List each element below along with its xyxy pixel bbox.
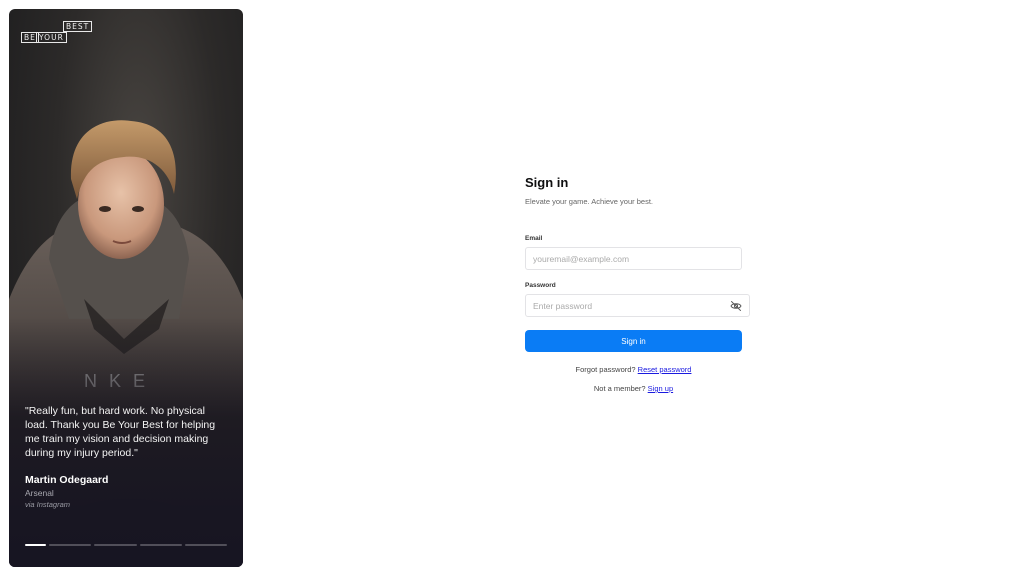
slide-indicator-2[interactable] (49, 544, 92, 546)
slide-indicator-5[interactable] (184, 544, 227, 546)
slide-indicators (25, 544, 227, 546)
sign-in-button[interactable]: Sign in (525, 330, 742, 352)
signin-form: Sign in Elevate your game. Achieve your … (525, 175, 750, 393)
slide-indicator-3[interactable] (94, 544, 137, 546)
email-field[interactable]: youremail@example.com (525, 247, 742, 270)
testimonial-quote: "Really fun, but hard work. No physical … (25, 405, 216, 459)
slide-indicator-1[interactable] (25, 544, 47, 546)
signup-row: Not a member? Sign up (525, 384, 742, 393)
email-placeholder: youremail@example.com (533, 253, 630, 264)
forgot-password-row: Forgot password? Reset password (525, 365, 742, 374)
logo-word-your: YOUR (36, 32, 67, 43)
forgot-password-text: Forgot password? (575, 365, 636, 374)
password-label: Password (525, 282, 556, 289)
testimonial-panel: NKE BE YOUR BEST "Really fun, but hard w… (9, 9, 243, 567)
page-title: Sign in (525, 175, 569, 190)
password-field[interactable]: Enter password (525, 294, 750, 317)
logo-word-best: BEST (63, 21, 93, 32)
reset-password-link[interactable]: Reset password (638, 365, 692, 374)
page-subtitle: Elevate your game. Achieve your best. (525, 197, 653, 206)
email-label: Email (525, 235, 543, 242)
brand-logo[interactable]: BE YOUR BEST (21, 21, 93, 45)
not-member-text: Not a member? (593, 384, 646, 393)
testimonial-source: via Instagram (25, 500, 71, 509)
sign-up-link[interactable]: Sign up (648, 384, 673, 393)
testimonial-name: Martin Odegaard (25, 474, 109, 486)
password-placeholder: Enter password (533, 300, 593, 311)
eye-off-icon[interactable] (730, 300, 742, 312)
testimonial-team: Arsenal (25, 488, 54, 498)
slide-indicator-4[interactable] (139, 544, 182, 546)
